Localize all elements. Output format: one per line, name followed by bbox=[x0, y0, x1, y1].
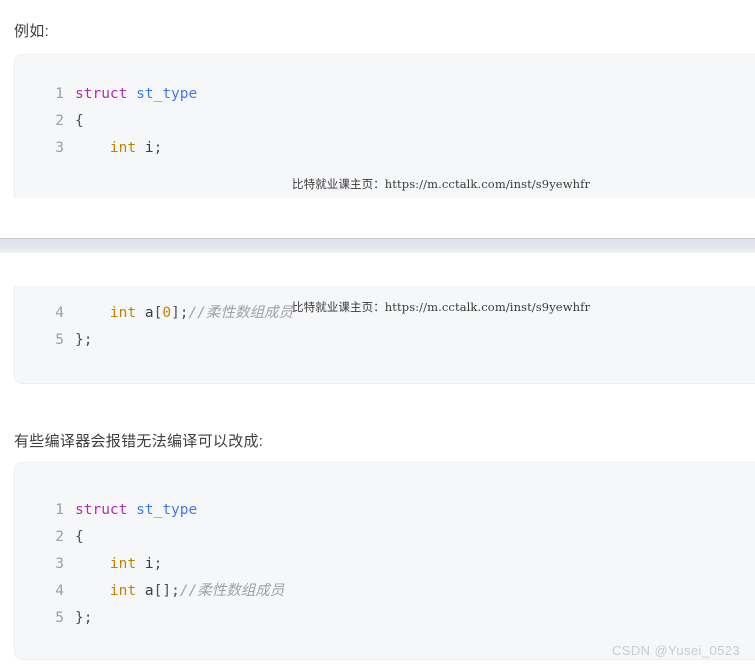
code-line-number: 4 bbox=[55, 305, 64, 321]
code-token-number: int bbox=[109, 583, 137, 599]
code-line-number: 1 bbox=[55, 86, 64, 102]
code-line-number: 4 bbox=[55, 583, 64, 599]
code-line: 3 int i; bbox=[15, 135, 755, 162]
code-token-type: st_type bbox=[136, 86, 198, 102]
code-line: 5}; bbox=[15, 327, 755, 354]
article-page: 例如: 1 struct st_type 2{3 int i; 4 int a[0]… bbox=[0, 0, 755, 668]
code-token-punct: }; bbox=[75, 610, 93, 626]
code-line-text: { bbox=[75, 524, 84, 551]
code-line-text: { bbox=[75, 108, 84, 135]
code-line-number: 3 bbox=[55, 556, 64, 572]
code-block-2-content: 4 int a[0];//柔性数组成员 5}; bbox=[15, 286, 755, 354]
code-line-text: struct st_type bbox=[75, 81, 197, 108]
code-line-text: int i; bbox=[75, 551, 162, 578]
watermark-course-url-top: 比特就业课主页：https://m.cctalk.com/inst/s9yewh… bbox=[292, 177, 591, 191]
code-line-number: 2 bbox=[55, 529, 64, 545]
code-token-punct: ; bbox=[179, 305, 189, 321]
code-token-comment: //柔性数组成员 bbox=[179, 583, 285, 599]
watermark-course-url-bottom: 比特就业课主页：https://m.cctalk.com/inst/s9yewh… bbox=[292, 300, 591, 314]
code-token-number: int bbox=[109, 305, 137, 321]
code-line: 4 int a[];//柔性数组成员 bbox=[15, 578, 755, 605]
paragraph-compiler-note: 有些编译器会报错无法编译可以改成: bbox=[14, 433, 264, 450]
code-line-text: int a[];//柔性数组成员 bbox=[75, 578, 284, 605]
code-line: 3 int i; bbox=[15, 551, 755, 578]
code-token-punct: { bbox=[75, 529, 84, 545]
watermark-csdn-author: CSDN @Yusei_0523 bbox=[612, 643, 740, 658]
code-line: 1 struct st_type bbox=[15, 81, 755, 108]
code-token-keyword: struct bbox=[75, 502, 128, 518]
code-line: 5}; bbox=[15, 605, 755, 632]
code-token-punct: }; bbox=[75, 332, 93, 348]
code-token-keyword: struct bbox=[75, 86, 128, 102]
code-line-text: }; bbox=[75, 327, 92, 354]
code-block-3[interactable]: 1 struct st_type 2{3 int i; 4 int a[];//柔性数… bbox=[14, 462, 755, 660]
paragraph-intro: 例如: bbox=[14, 23, 50, 40]
code-line-text: int i; bbox=[75, 135, 162, 162]
code-token-punct: ] bbox=[171, 305, 180, 321]
code-line-number: 5 bbox=[55, 332, 64, 348]
code-line-text: }; bbox=[75, 605, 92, 632]
code-token-punct: ; bbox=[153, 140, 163, 156]
code-block-3-content: 1 struct st_type 2{3 int i; 4 int a[];//柔性数… bbox=[15, 463, 755, 632]
code-token-punct: ; bbox=[153, 556, 163, 572]
code-token-punct: ; bbox=[171, 583, 180, 599]
code-line-number: 1 bbox=[55, 502, 64, 518]
code-token-punct: ] bbox=[162, 583, 172, 599]
code-token-punct: { bbox=[75, 113, 84, 129]
code-line: 1 struct st_type bbox=[15, 497, 755, 524]
code-line-number: 2 bbox=[55, 113, 64, 129]
code-token-name: i bbox=[144, 140, 154, 156]
code-block-1-content: 1 struct st_type 2{3 int i; bbox=[15, 55, 755, 162]
code-line-number: 3 bbox=[55, 140, 64, 156]
code-token-number: int bbox=[109, 556, 137, 572]
code-line: 2{ bbox=[15, 524, 755, 551]
code-token-comment: //柔性数组成员 bbox=[188, 305, 293, 321]
code-token-type: st_type bbox=[136, 502, 198, 518]
code-line-number: 5 bbox=[55, 610, 64, 626]
code-token-name: i bbox=[144, 556, 154, 572]
code-line-text: struct st_type bbox=[75, 497, 197, 524]
code-token-number: int bbox=[109, 140, 137, 156]
code-token-number: 0 bbox=[162, 305, 172, 321]
code-line: 2{ bbox=[15, 108, 755, 135]
code-token-name: a bbox=[144, 583, 154, 599]
code-token-name: a bbox=[144, 305, 154, 321]
scroll-separator-band[interactable] bbox=[0, 238, 755, 253]
code-line-text: int a[0];//柔性数组成员 bbox=[75, 300, 293, 327]
